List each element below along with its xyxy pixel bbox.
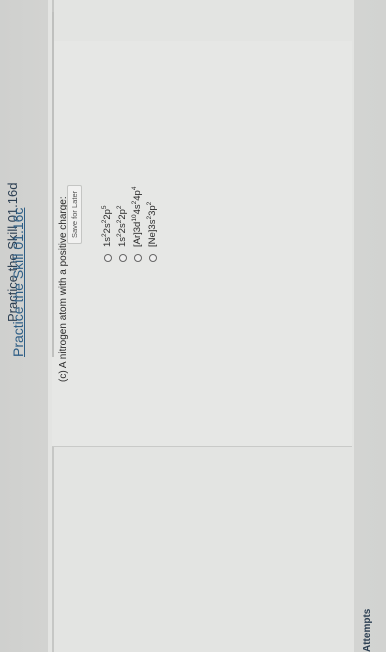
- choice-4[interactable]: [Ne]3s23p2: [145, 187, 160, 262]
- choice-1[interactable]: 1s22s22p5: [100, 187, 115, 262]
- choice-3-label: [Ar]3d104s24p4: [131, 186, 143, 247]
- question-card: [52, 41, 352, 447]
- attempts-label: Attempts: [362, 608, 373, 652]
- choice-2-label: 1s22s22p2: [116, 205, 128, 247]
- screen-stage: Practice the Skill 01.16d Practice the S…: [0, 0, 386, 652]
- choice-2[interactable]: 1s22s22p2: [115, 187, 130, 262]
- card-top-border: [52, 12, 54, 357]
- practice-c-link[interactable]: Practice the Skill 01.16c: [10, 208, 26, 357]
- answer-choices: 1s22s22p5 1s22s22p2 [Ar]3d104s24p4 [Ne]3…: [100, 187, 160, 262]
- radio-button[interactable]: [103, 254, 112, 262]
- save-for-later-button[interactable]: Save for Later: [67, 184, 82, 244]
- choice-4-label: [Ne]3s23p2: [146, 201, 158, 247]
- radio-button[interactable]: [148, 254, 157, 262]
- radio-button[interactable]: [118, 254, 127, 262]
- choice-3[interactable]: [Ar]3d104s24p4: [130, 187, 145, 262]
- choice-1-label: 1s22s22p5: [101, 205, 113, 247]
- radio-button[interactable]: [133, 254, 142, 262]
